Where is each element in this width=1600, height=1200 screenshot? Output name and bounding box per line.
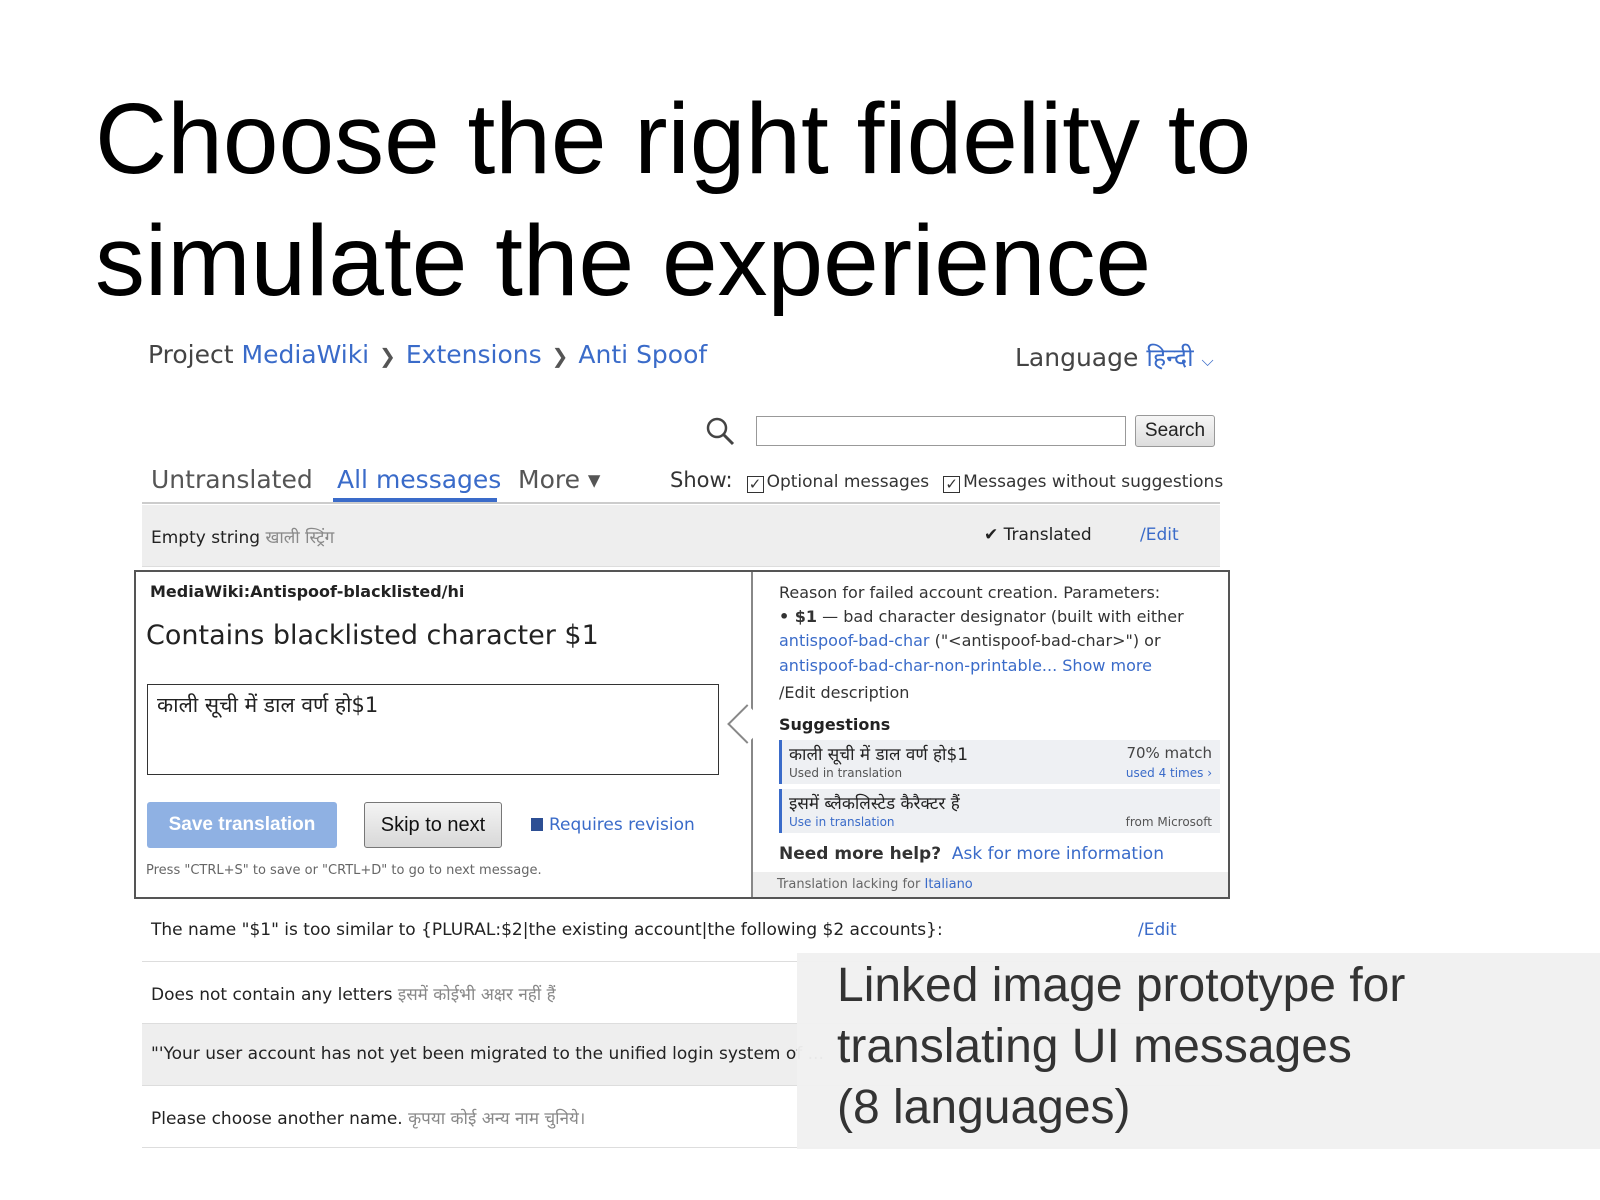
edit-link[interactable]: Edit [1146, 525, 1179, 545]
lacking-label: Translation lacking for [777, 877, 921, 892]
editor-info-pane: Reason for failed account creation. Para… [727, 572, 1228, 897]
translation-lacking: Translation lacking for Italiano [753, 872, 1228, 897]
search-button[interactable]: Search [1135, 415, 1215, 447]
message-translation: खाली स्ट्रिंग [265, 528, 335, 548]
checkbox-label: Messages without suggestions [963, 472, 1224, 492]
tab-untranslated[interactable]: Untranslated [151, 465, 313, 494]
language-label: Language [1015, 343, 1139, 372]
ask-more-info-link[interactable]: Ask for more information [952, 844, 1164, 864]
antispoof-bad-char-non-printable-link[interactable]: antispoof-bad-char-non-printable... [779, 656, 1057, 675]
chevron-right-icon: ❯ [379, 344, 396, 368]
use-suggestion-link[interactable]: Use in translation [789, 815, 895, 829]
edit-description-link[interactable]: ∕Edit description [779, 683, 909, 702]
language-value[interactable]: हिन्दी [1146, 343, 1193, 372]
suggestion-item[interactable]: इसमें ब्लैकलिस्टेड कैरैक्टर हैं Use in tr… [779, 789, 1220, 833]
checkbox-optional-messages[interactable]: ✓ [746, 476, 764, 493]
message-source: Empty string [151, 528, 261, 548]
keyboard-hint: Press "CTRL+S" to save or "CRTL+D" to go… [146, 863, 542, 878]
suggestions-heading: Suggestions [779, 715, 891, 734]
caption-line: (8 languages) [837, 1081, 1131, 1134]
save-translation-button[interactable]: Save translation [147, 802, 337, 848]
requires-revision-link[interactable]: Requires revision [531, 815, 695, 835]
tab-all-messages[interactable]: All messages [337, 465, 501, 494]
title-line: simulate the experience [95, 205, 1152, 317]
antispoof-bad-char-link[interactable]: antispoof-bad-char [779, 631, 929, 650]
breadcrumb-extensions[interactable]: Extensions [406, 340, 542, 369]
param-desc: — bad character designator (built with e… [822, 607, 1184, 626]
active-tab-indicator [333, 498, 497, 502]
checkbox-messages-without-suggestions[interactable]: ✓ [943, 476, 961, 493]
param-name: • $1 [779, 607, 818, 626]
breadcrumb-label: Project [148, 340, 234, 369]
skip-to-next-button[interactable]: Skip to next [364, 802, 502, 848]
status-label: Translated [1003, 525, 1092, 545]
suggestion-text: इसमें ब्लैकलिस्टेड कैरैक्टर हैं [789, 794, 960, 814]
checkbox-label: Optional messages [766, 472, 930, 492]
chevron-right-icon: ❯ [551, 344, 569, 368]
message-source: The name "$1" is too similar to {PLURAL:… [151, 920, 943, 940]
caption-line: Linked image prototype for [837, 959, 1406, 1012]
suggestion-source: from Microsoft [1125, 815, 1212, 829]
message-source: Please choose another name. [151, 1109, 403, 1129]
tab-more[interactable]: More ▾ [518, 465, 600, 494]
caption-line: translating UI messages [837, 1020, 1352, 1073]
search-icon[interactable] [704, 415, 736, 447]
title-line: Choose the right fidelity to [95, 83, 1252, 195]
tabs-divider [142, 502, 1220, 504]
breadcrumb: Project MediaWiki ❯ Extensions ❯ Anti Spoof [148, 340, 707, 369]
show-more-link[interactable]: Show more [1062, 656, 1152, 675]
message-source: Does not contain any letters [151, 985, 393, 1005]
show-filters: Show: ✓ Optional messages ✓ Messages without… [670, 468, 1224, 493]
slide-title: Choose the right fidelity to simulate the… [95, 78, 1495, 322]
message-translation: इसमें कोईभी अक्षर नहीं हैं [397, 985, 556, 1005]
message-key: MediaWiki:Antispoof-blacklisted/hi [150, 582, 465, 601]
suggestion-item[interactable]: काली सूची में डाल वर्ण हो$1 Used in trans… [779, 740, 1220, 784]
edit-description-label: Edit description [784, 683, 910, 702]
help-label: Need more help? [779, 844, 942, 864]
edit-link[interactable]: Edit [1144, 920, 1177, 940]
show-label: Show: [670, 468, 733, 492]
suggestion-text: काली सूची में डाल वर्ण हो$1 [789, 745, 969, 765]
usage-link[interactable]: used 4 times › [1126, 766, 1212, 780]
requires-revision-label: Requires revision [549, 815, 695, 835]
slide-caption: Linked image prototype for translating UI… [797, 953, 1600, 1149]
description-text: ("<antispoof-bad-char>") or [934, 631, 1161, 650]
breadcrumb-anti-spoof[interactable]: Anti Spoof [578, 340, 707, 369]
lacking-language-link[interactable]: Italiano [924, 877, 972, 892]
breadcrumb-mediawiki[interactable]: MediaWiki [242, 340, 370, 369]
description: Reason for failed account creation. Para… [779, 583, 1161, 602]
message-row[interactable]: Empty string खाली स्ट्रिंग ✔ Translated … [142, 505, 1220, 567]
editor-left-pane: MediaWiki:Antispoof-blacklisted/hi Conta… [136, 572, 751, 897]
message-translation: कृपया कोई अन्य नाम चुनिये। [408, 1109, 586, 1129]
flag-icon [531, 818, 543, 831]
chevron-down-icon: ⌵ [1201, 351, 1214, 370]
source-text: Contains blacklisted character $1 [146, 620, 599, 651]
translation-editor: MediaWiki:Antispoof-blacklisted/hi Conta… [134, 570, 1230, 899]
language-selector[interactable]: Language हिन्दी ⌵ [1015, 340, 1214, 374]
use-suggestion-link[interactable]: Used in translation [789, 766, 902, 780]
match-percent: 70% match [1126, 744, 1212, 762]
search-input[interactable] [756, 416, 1126, 446]
message-source: "'Your user account has not yet been mig… [151, 1044, 824, 1064]
translation-textarea[interactable]: काली सूची में डाल वर्ण हो$1 [147, 684, 719, 775]
checkmark-icon: ✔ [984, 525, 999, 545]
